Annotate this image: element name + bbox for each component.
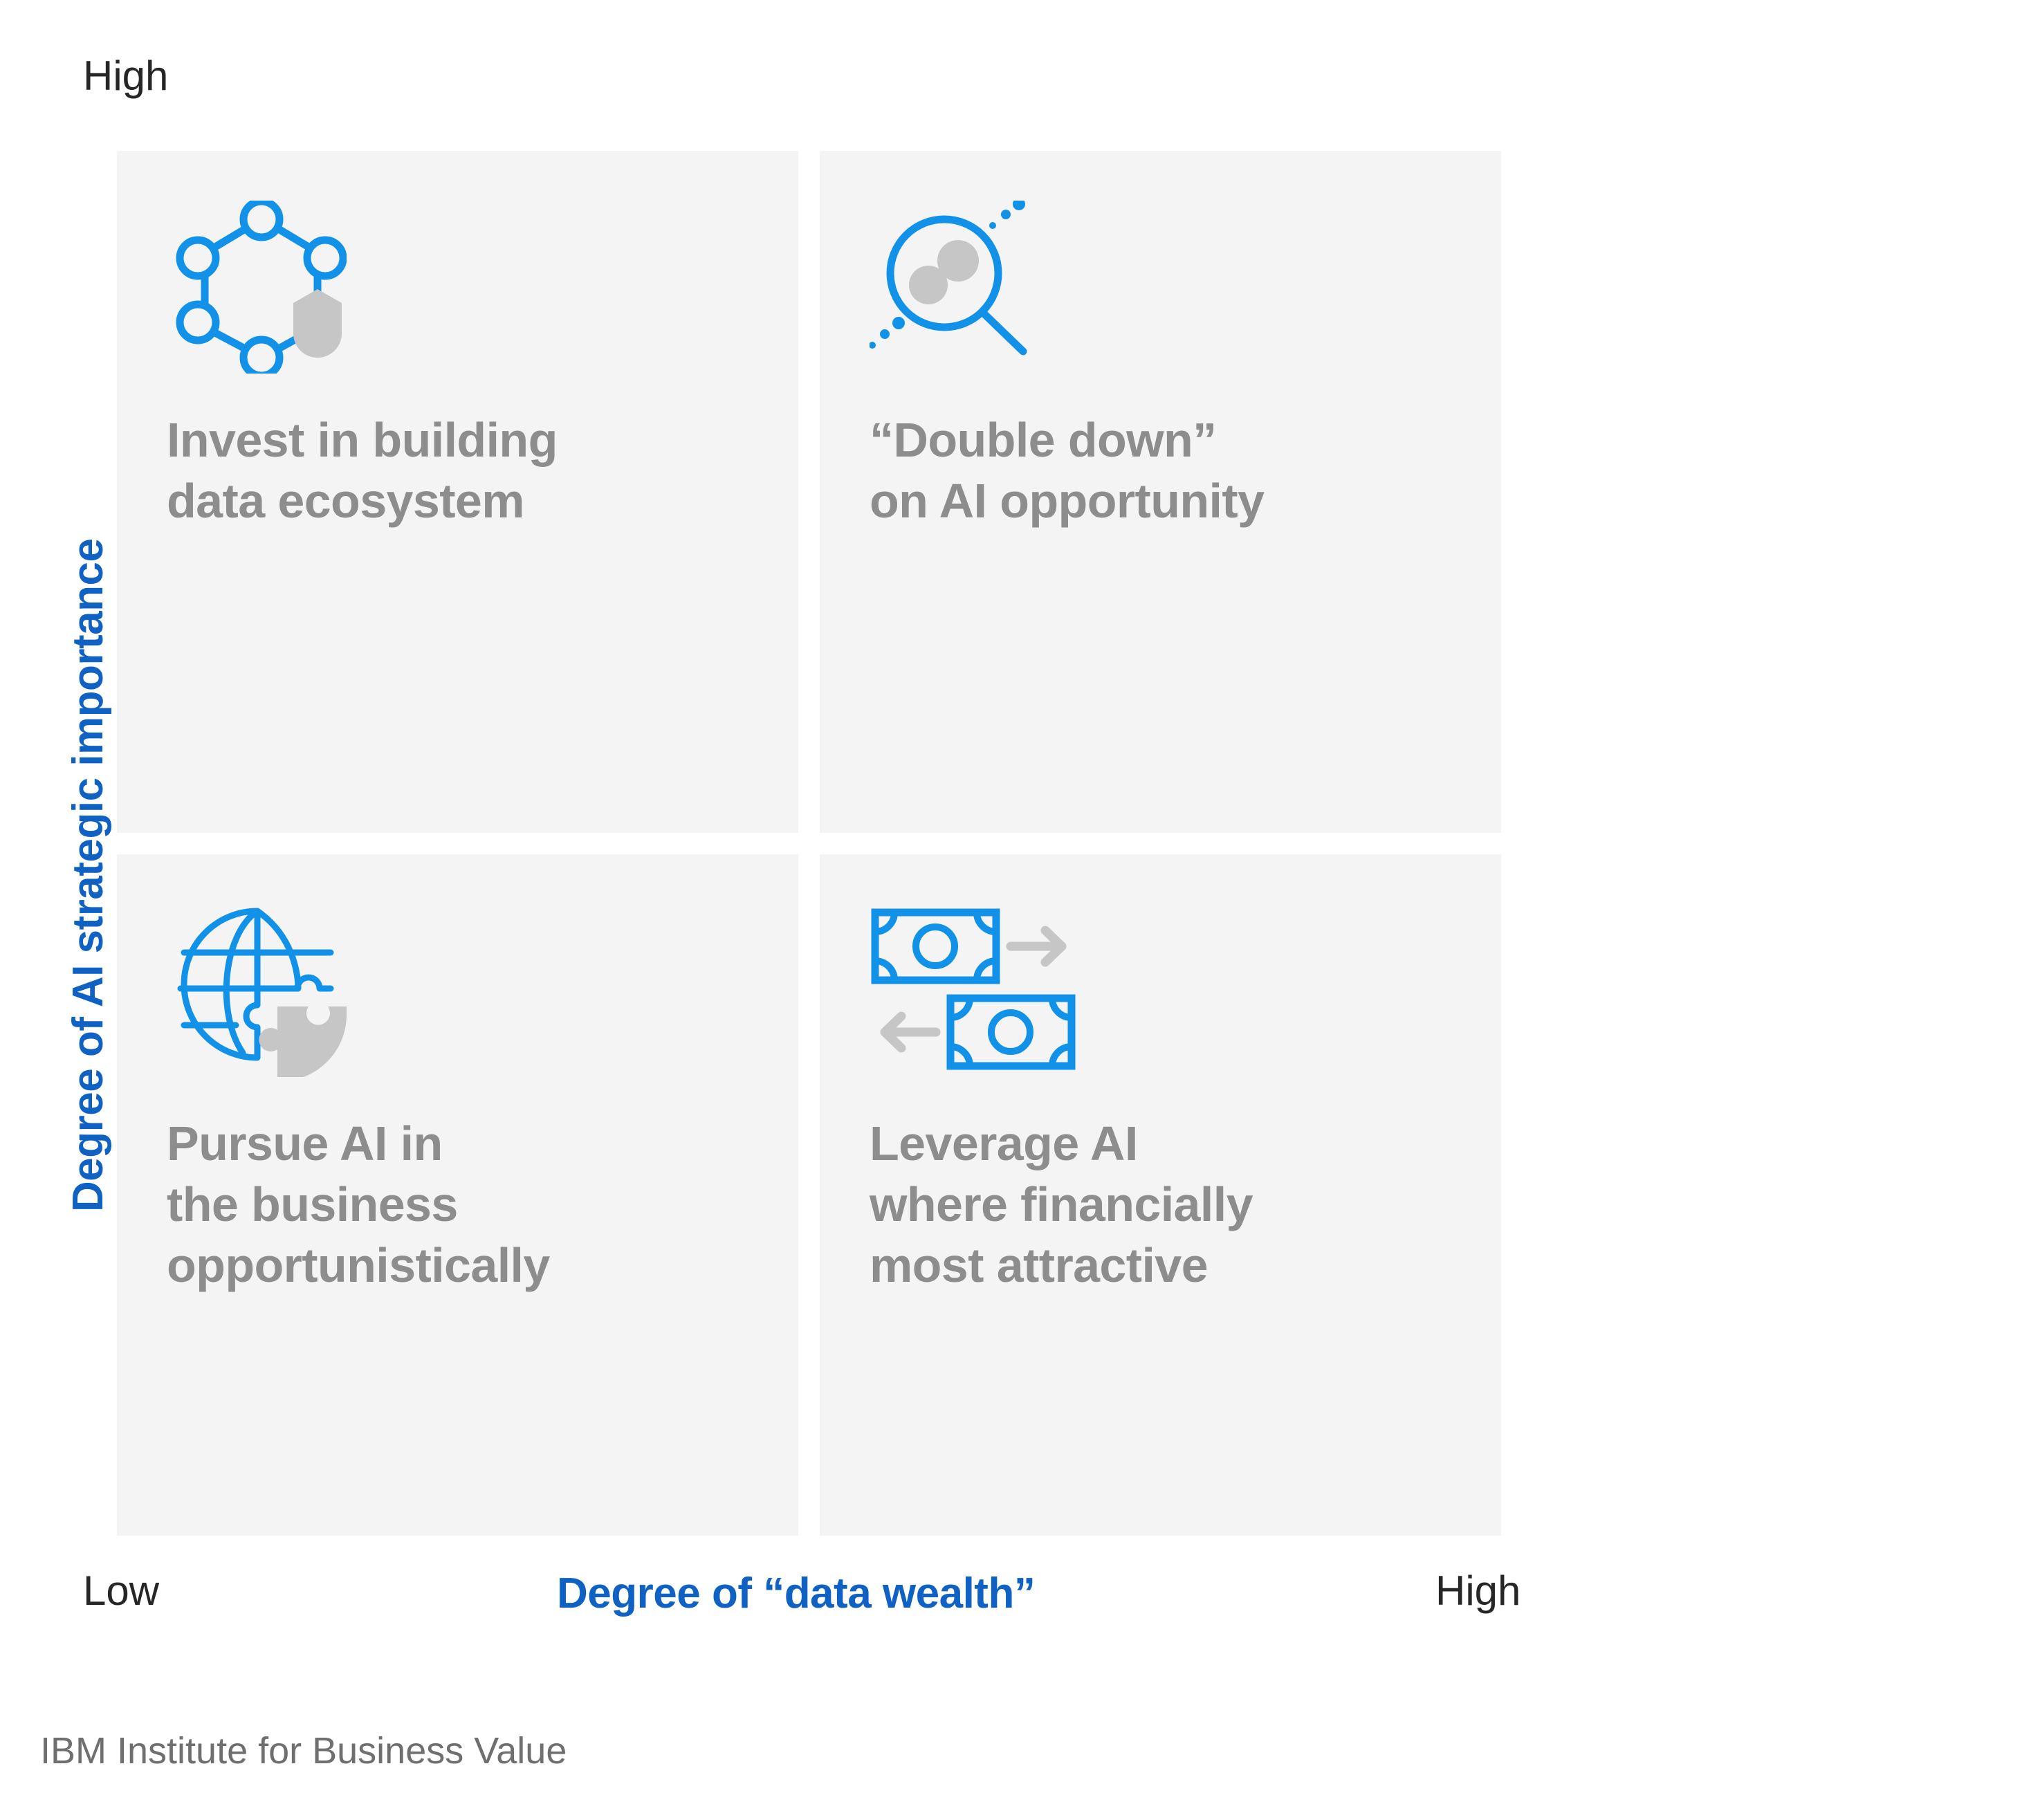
x-axis-low-label: Low <box>83 1568 160 1614</box>
x-axis-high-label: High <box>1435 1568 1521 1614</box>
x-axis-title: Degree of “data wealth” <box>557 1570 1036 1617</box>
quadrant-invest-in-building-data-ecosystem[interactable]: Invest in building data ecosystem <box>117 151 798 833</box>
quadrant-pursue-ai-in-the-business-opportunistically[interactable]: Pursue AI in the business opportunistica… <box>117 854 798 1536</box>
quadrant-label: Pursue AI in the business opportunistica… <box>167 1116 550 1292</box>
quadrant-label: Leverage AI where financially most attra… <box>870 1116 1253 1292</box>
source-attribution: IBM Institute for Business Value <box>40 1730 567 1772</box>
quadrant-double-down-on-ai-opportunity[interactable]: “Double down” on AI opportunity <box>820 151 1501 833</box>
quadrant-leverage-ai-where-financially-most-attractive[interactable]: Leverage AI where financially most attra… <box>820 854 1501 1536</box>
quadrant-label: Invest in building data ecosystem <box>167 413 558 528</box>
y-axis-high-label: High <box>83 53 169 99</box>
network-hexagon-shield-icon <box>176 201 347 374</box>
banknote-exchange-icon <box>871 908 1076 1069</box>
y-axis-title: Degree of AI strategic importance <box>64 538 112 1212</box>
globe-puzzle-icon <box>177 908 347 1077</box>
magnifying-glass-data-icon <box>870 201 1027 356</box>
quadrant-matrix: Invest in building data ecosystem “Doubl… <box>117 151 1501 1536</box>
quadrant-label: “Double down” on AI opportunity <box>870 413 1265 528</box>
